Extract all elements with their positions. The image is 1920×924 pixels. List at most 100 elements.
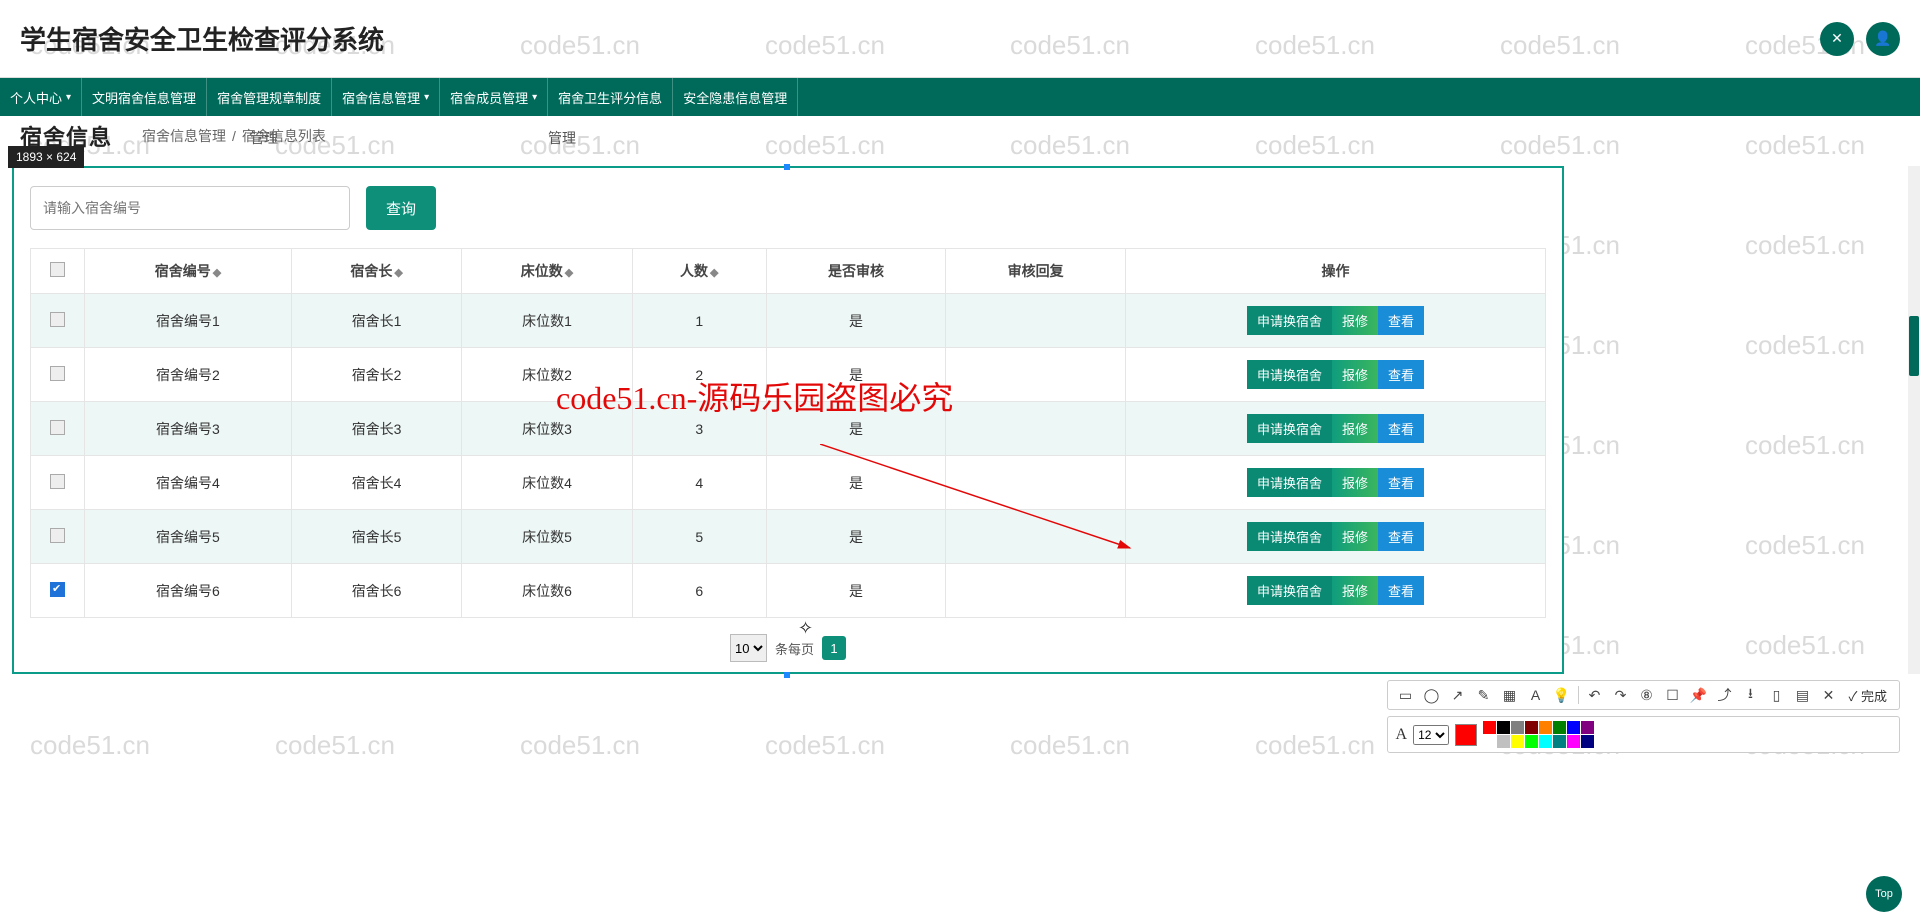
table-row: 宿舍编号2宿舍长2床位数22是申请换宿舍报修查看 [31,348,1546,402]
col-header[interactable]: 宿舍编号◆ [85,249,292,294]
view-button[interactable]: 查看 [1378,468,1424,497]
color-swatch[interactable] [1567,721,1580,734]
cell-leader: 宿舍长4 [291,456,461,510]
pen-tool-icon[interactable]: ✎ [1474,685,1494,705]
color-swatch[interactable] [1581,735,1594,748]
mosaic-tool-icon[interactable]: ▦ [1500,685,1520,705]
color-swatch[interactable] [1553,735,1566,748]
repair-button[interactable]: 报修 [1332,576,1378,605]
apply-button[interactable]: 申请换宿舍 [1247,468,1332,497]
sequence-icon[interactable]: ⑧ [1637,685,1657,705]
color-swatch[interactable] [1511,735,1524,748]
cell-dorm: 宿舍编号4 [85,456,292,510]
page-number[interactable]: 1 [822,636,846,660]
row-checkbox[interactable] [50,474,65,489]
cell-people: 6 [632,564,766,618]
cell-actions: 申请换宿舍报修查看 [1126,564,1546,618]
color-swatch[interactable] [1525,721,1538,734]
nav-item[interactable]: 宿舍管理规章制度 [207,78,332,116]
nav-item[interactable]: 安全隐患信息管理 [673,78,798,116]
arrow-tool-icon[interactable]: ↗ [1448,685,1468,705]
selection-handle-top[interactable] [784,164,790,170]
crop-icon[interactable]: ☐ [1663,685,1683,705]
apply-button[interactable]: 申请换宿舍 [1247,306,1332,335]
view-button[interactable]: 查看 [1378,576,1424,605]
view-button[interactable]: 查看 [1378,360,1424,389]
color-swatch[interactable] [1497,721,1510,734]
font-size-select[interactable]: 12 [1413,725,1449,745]
selection-handle-bottom[interactable] [784,672,790,678]
crumb-c1[interactable]: 宿舍信息管理 [142,126,226,146]
row-checkbox[interactable] [50,312,65,327]
color-swatch[interactable] [1567,735,1580,748]
col-header[interactable]: 人数◆ [632,249,766,294]
nav-item[interactable]: 个人中心▾ [0,78,82,116]
cell-reply [946,456,1126,510]
dimension-tag: 1893 × 624 [8,146,84,168]
pin-icon[interactable]: 📌 [1689,685,1709,705]
download-icon[interactable]: ⭳ [1741,685,1761,705]
row-checkbox[interactable] [50,420,65,435]
repair-button[interactable]: 报修 [1332,360,1378,389]
row-checkbox[interactable] [50,528,65,543]
share-icon[interactable]: ⤴ [1715,685,1735,705]
apply-button[interactable]: 申请换宿舍 [1247,522,1332,551]
scrollbar-thumb[interactable] [1909,316,1919,376]
cell-leader: 宿舍长5 [291,510,461,564]
rect-tool-icon[interactable]: ▭ [1396,685,1416,705]
page-size-select[interactable]: 10 [730,634,767,662]
search-input[interactable] [30,186,350,230]
nav-item[interactable]: 宿舍卫生评分信息 [548,78,673,116]
color-swatch[interactable] [1553,721,1566,734]
repair-button[interactable]: 报修 [1332,522,1378,551]
nav-item[interactable]: 文明宿舍信息管理 [82,78,207,116]
grid-icon[interactable]: ▤ [1793,685,1813,705]
nav-item[interactable]: 宿舍成员管理▾ [440,78,548,116]
nav-item[interactable]: 宿舍信息管理▾ [332,78,440,116]
undo-icon[interactable]: ↶ [1585,685,1605,705]
bulb-tool-icon[interactable]: 💡 [1552,685,1572,705]
settings-icon[interactable]: ✕ [1820,22,1854,56]
view-button[interactable]: 查看 [1378,414,1424,443]
sort-icon: ◆ [565,267,573,279]
close-icon[interactable]: ✕ [1819,685,1839,705]
current-color-swatch[interactable] [1455,724,1477,746]
user-icon[interactable]: 👤 [1866,22,1900,56]
table-row: 宿舍编号3宿舍长3床位数33是申请换宿舍报修查看 [31,402,1546,456]
color-swatch[interactable] [1483,721,1496,734]
vertical-scrollbar[interactable] [1908,166,1920,674]
done-button[interactable]: ✓ 完成 [1845,686,1892,705]
view-button[interactable]: 查看 [1378,522,1424,551]
checkbox-all[interactable] [50,262,65,277]
col-header[interactable]: 宿舍长◆ [291,249,461,294]
color-swatch[interactable] [1511,721,1524,734]
apply-button[interactable]: 申请换宿舍 [1247,360,1332,389]
color-swatch[interactable] [1525,735,1538,748]
color-swatch[interactable] [1539,735,1552,748]
row-checkbox[interactable] [50,582,65,597]
circle-tool-icon[interactable]: ◯ [1422,685,1442,705]
color-swatch[interactable] [1581,721,1594,734]
apply-button[interactable]: 申请换宿舍 [1247,414,1332,443]
repair-button[interactable]: 报修 [1332,306,1378,335]
view-button[interactable]: 查看 [1378,306,1424,335]
repair-button[interactable]: 报修 [1332,468,1378,497]
font-letter-icon: A [1396,726,1408,744]
repair-button[interactable]: 报修 [1332,414,1378,443]
search-button[interactable]: 查询 [366,186,436,230]
data-table: 宿舍编号◆宿舍长◆床位数◆人数◆是否审核审核回复操作 宿舍编号1宿舍长1床位数1… [30,248,1546,618]
chevron-down-icon: ▾ [424,92,429,103]
color-swatch[interactable] [1497,735,1510,748]
text-tool-icon[interactable]: A [1526,685,1546,705]
color-swatch[interactable] [1483,735,1496,748]
cell-dorm: 宿舍编号5 [85,510,292,564]
col-header[interactable]: 床位数◆ [462,249,632,294]
row-checkbox[interactable] [50,366,65,381]
content-panel: 查询 宿舍编号◆宿舍长◆床位数◆人数◆是否审核审核回复操作 宿舍编号1宿舍长1床… [14,168,1562,672]
top-button[interactable]: Top [1866,876,1902,912]
apply-button[interactable]: 申请换宿舍 [1247,576,1332,605]
color-swatch[interactable] [1539,721,1552,734]
table-header-row: 宿舍编号◆宿舍长◆床位数◆人数◆是否审核审核回复操作 [31,249,1546,294]
redo-icon[interactable]: ↷ [1611,685,1631,705]
copy-icon[interactable]: ▯ [1767,685,1787,705]
